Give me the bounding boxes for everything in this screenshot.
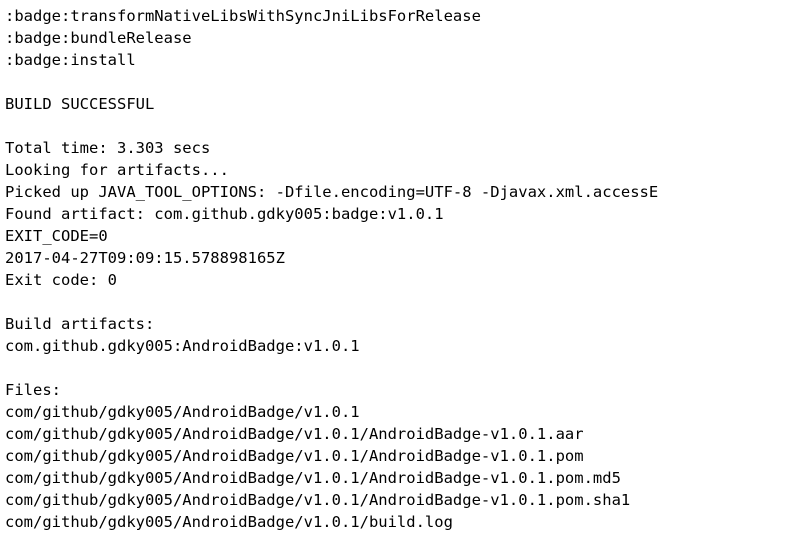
log-line-task-install: :badge:install	[5, 51, 136, 69]
log-line-build-status: BUILD SUCCESSFUL	[5, 95, 155, 113]
log-line-looking-for-artifacts: Looking for artifacts...	[5, 161, 229, 179]
log-line-file-path: com/github/gdky005/AndroidBadge/v1.0.1/A…	[5, 469, 621, 487]
log-line-timestamp: 2017-04-27T09:09:15.578898165Z	[5, 249, 285, 267]
log-line-exit-code: Exit code: 0	[5, 271, 117, 289]
log-line-task-transform-native-libs: :badge:transformNativeLibsWithSyncJniLib…	[5, 7, 481, 25]
log-line-files-heading: Files:	[5, 381, 61, 399]
log-line-file-path: com/github/gdky005/AndroidBadge/v1.0.1	[5, 403, 360, 421]
log-line-file-path: com/github/gdky005/AndroidBadge/v1.0.1/A…	[5, 447, 584, 465]
log-line-task-bundle-release: :badge:bundleRelease	[5, 29, 192, 47]
log-line-file-path: com/github/gdky005/AndroidBadge/v1.0.1/b…	[5, 513, 453, 531]
log-line-build-artifacts-heading: Build artifacts:	[5, 315, 155, 333]
log-line-blank	[5, 115, 658, 137]
log-line-blank	[5, 357, 658, 379]
log-line-total-time: Total time: 3.303 secs	[5, 139, 211, 157]
log-line-build-artifact-id: com.github.gdky005:AndroidBadge:v1.0.1	[5, 337, 360, 355]
log-line-blank	[5, 71, 658, 93]
build-log-console: :badge:transformNativeLibsWithSyncJniLib…	[0, 0, 798, 536]
log-line-file-path: com/github/gdky005/AndroidBadge/v1.0.1/A…	[5, 491, 631, 509]
log-line-blank	[5, 291, 658, 313]
log-line-file-path: com/github/gdky005/AndroidBadge/v1.0.1/A…	[5, 425, 584, 443]
build-log-output: :badge:transformNativeLibsWithSyncJniLib…	[5, 5, 658, 533]
log-line-java-tool-options: Picked up JAVA_TOOL_OPTIONS: -Dfile.enco…	[5, 183, 659, 201]
log-line-exit-code-env: EXIT_CODE=0	[5, 227, 108, 245]
log-line-found-artifact: Found artifact: com.github.gdky005:badge…	[5, 205, 444, 223]
